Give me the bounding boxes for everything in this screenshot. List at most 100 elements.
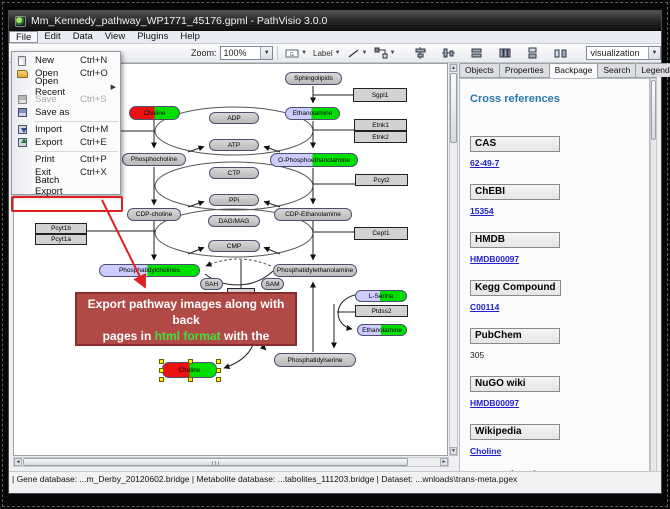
- gene-node-pcyt1b[interactable]: Pcyt1b: [35, 223, 87, 234]
- file-menu-item-batch-export[interactable]: Batch Export: [12, 179, 120, 192]
- menu-item-shortcut: Ctrl+S: [80, 94, 116, 105]
- cross-reference-link[interactable]: HMDB00097: [470, 398, 641, 408]
- tab-search[interactable]: Search: [597, 63, 636, 77]
- stack-horizontal-button[interactable]: [552, 46, 569, 61]
- menu-help[interactable]: Help: [174, 31, 206, 43]
- title-bar[interactable]: Mm_Kennedy_pathway_WP1771_45176.gpml - P…: [9, 11, 661, 31]
- new-datanode-button[interactable]: G ▼: [283, 46, 309, 61]
- metabolite-node-o-phosphoethanolamine[interactable]: O-Phosphoethanolamine: [270, 153, 358, 167]
- chevron-down-icon[interactable]: ▼: [301, 50, 307, 56]
- tab-legend[interactable]: Legend: [635, 63, 670, 77]
- metabolite-node-ctp[interactable]: CTP: [209, 167, 259, 179]
- section-title: Kegg Compound: [470, 280, 561, 296]
- gene-node-pcyt2[interactable]: Pcyt2: [355, 174, 408, 186]
- metabolite-node-phosphocholine[interactable]: Phosphocholine: [122, 153, 186, 166]
- panel-scrollbar[interactable]: [650, 78, 657, 475]
- cross-reference-link[interactable]: 15354: [470, 206, 641, 216]
- menu-plugins[interactable]: Plugins: [131, 31, 174, 43]
- metabolite-node-dag-mag[interactable]: DAG/MAG: [208, 215, 260, 227]
- menu-item-label: Batch Export: [32, 175, 80, 197]
- chevron-down-icon[interactable]: ▼: [260, 47, 272, 59]
- gene-node-sgpl1[interactable]: Sgpl1: [353, 88, 407, 102]
- common-width-button[interactable]: [496, 46, 513, 61]
- selection-handle[interactable]: [159, 377, 164, 382]
- cross-reference-link[interactable]: HMDB00097: [470, 254, 641, 264]
- new-label-button[interactable]: Label ▼: [311, 46, 343, 61]
- file-menu-item-new[interactable]: NewCtrl+N: [12, 54, 120, 67]
- scroll-down-icon[interactable]: ▼: [450, 447, 457, 455]
- selection-handle[interactable]: [216, 368, 221, 373]
- tab-backpage[interactable]: Backpage: [549, 63, 599, 78]
- gene-node-etnk1[interactable]: Etnk1: [354, 119, 407, 131]
- selection-handle[interactable]: [188, 377, 193, 382]
- selection-handle[interactable]: [159, 368, 164, 373]
- chevron-down-icon[interactable]: ▼: [390, 50, 396, 56]
- selection-handle[interactable]: [216, 377, 221, 382]
- backpage-section-nugo-wiki: NuGO wikiHMDB00097: [470, 373, 641, 408]
- pathvisio-window: Mm_Kennedy_pathway_WP1771_45176.gpml - P…: [8, 10, 662, 494]
- metabolite-node-cmp[interactable]: CMP: [208, 240, 260, 252]
- metabolite-node-atp[interactable]: ATP: [209, 139, 259, 151]
- cross-reference-link[interactable]: C00114: [470, 302, 641, 312]
- menu-edit[interactable]: Edit: [38, 31, 66, 43]
- file-menu-item-import[interactable]: ImportCtrl+M: [12, 123, 120, 136]
- file-menu-item-export[interactable]: ExportCtrl+E: [12, 136, 120, 149]
- line-tool-icon: [347, 48, 360, 59]
- gene-node-pcyt1a[interactable]: Pcyt1a: [35, 234, 87, 245]
- tab-objects[interactable]: Objects: [459, 63, 500, 77]
- canvas-vertical-scrollbar[interactable]: ▲ ▼: [449, 63, 458, 456]
- file-menu-item-print[interactable]: PrintCtrl+P: [12, 153, 120, 166]
- align-middle-button[interactable]: [440, 46, 457, 61]
- toolbar-separator: [277, 46, 278, 60]
- chevron-down-icon[interactable]: ▼: [335, 50, 341, 56]
- menu-data[interactable]: Data: [67, 31, 99, 43]
- tab-properties[interactable]: Properties: [499, 63, 550, 77]
- metabolite-node-sam[interactable]: SAM: [261, 278, 284, 290]
- menu-view[interactable]: View: [99, 31, 131, 43]
- horizontal-scroll-thumb[interactable]: [23, 458, 408, 466]
- cross-reference-link[interactable]: 62-49-7: [470, 158, 641, 168]
- metabolite-node-ethanolamine[interactable]: Ethanolamine: [285, 107, 340, 120]
- save-disk-icon: [18, 95, 27, 104]
- metabolite-node-phosphatidylserine[interactable]: Phosphatidylserine: [274, 353, 356, 367]
- save-as-disk-icon: [18, 108, 27, 117]
- file-menu-item-open-recent[interactable]: Open Recent▶: [12, 80, 120, 93]
- metabolite-node-choline[interactable]: Choline: [162, 362, 217, 378]
- scroll-up-icon[interactable]: ▲: [450, 64, 457, 72]
- zoom-combobox[interactable]: 100% ▼: [220, 46, 274, 60]
- metabolite-node-adp[interactable]: ADP: [209, 112, 259, 124]
- metabolite-node-phosphatidylcholines[interactable]: Phosphatidylcholines: [99, 264, 200, 277]
- metabolite-node-sphingolipids[interactable]: Sphingolipids: [285, 72, 342, 85]
- stack-vertical-button[interactable]: [524, 46, 541, 61]
- metabolite-node-sah[interactable]: SAH: [200, 278, 223, 290]
- callout-line3: HtmlExport plugin: [134, 345, 238, 359]
- cross-reference-link[interactable]: Choline: [470, 446, 641, 456]
- gene-node-icon: G: [285, 48, 299, 59]
- chevron-down-icon[interactable]: ▼: [362, 50, 368, 56]
- new-page-icon: [18, 56, 26, 66]
- panel-scroll-thumb[interactable]: [651, 80, 656, 140]
- metabolite-node-choline[interactable]: Choline: [129, 106, 180, 120]
- file-menu-item-save[interactable]: SaveCtrl+S: [12, 93, 120, 106]
- metabolite-node-cdp-ethanolamine[interactable]: CDP-Ethanolamine: [274, 208, 352, 221]
- gene-node-ptdss2[interactable]: Ptdss2: [355, 305, 408, 317]
- new-connector-button[interactable]: ▼: [372, 46, 398, 61]
- scroll-left-icon[interactable]: ◄: [14, 458, 22, 466]
- common-height-button[interactable]: [468, 46, 485, 61]
- scroll-right-icon[interactable]: ►: [440, 458, 448, 466]
- menu-file[interactable]: File: [9, 31, 38, 43]
- align-center-button[interactable]: [412, 46, 429, 61]
- gene-node-cept1[interactable]: Cept1: [354, 227, 408, 240]
- new-line-button[interactable]: ▼: [345, 46, 370, 61]
- metabolite-node-cdp-choline[interactable]: CDP-choline: [127, 208, 181, 221]
- chevron-down-icon[interactable]: ▼: [648, 47, 660, 59]
- gene-node-etnk2[interactable]: Etnk2: [354, 131, 407, 143]
- metabolite-node-phosphatidylethanolamine[interactable]: Phosphatidylethanolamine: [273, 264, 357, 277]
- metabolite-node-ppi[interactable]: PPi: [209, 194, 259, 206]
- visualization-combobox[interactable]: visualization ▼: [586, 46, 661, 60]
- file-menu-item-save-as[interactable]: Save as: [12, 106, 120, 119]
- canvas-horizontal-scrollbar[interactable]: ◄ ►: [13, 457, 449, 467]
- metabolite-node-ethanolamine[interactable]: Ethanolamine: [357, 324, 407, 336]
- metabolite-node-l-serine[interactable]: L-Serine: [355, 290, 407, 302]
- vertical-scroll-thumb[interactable]: [450, 73, 457, 143]
